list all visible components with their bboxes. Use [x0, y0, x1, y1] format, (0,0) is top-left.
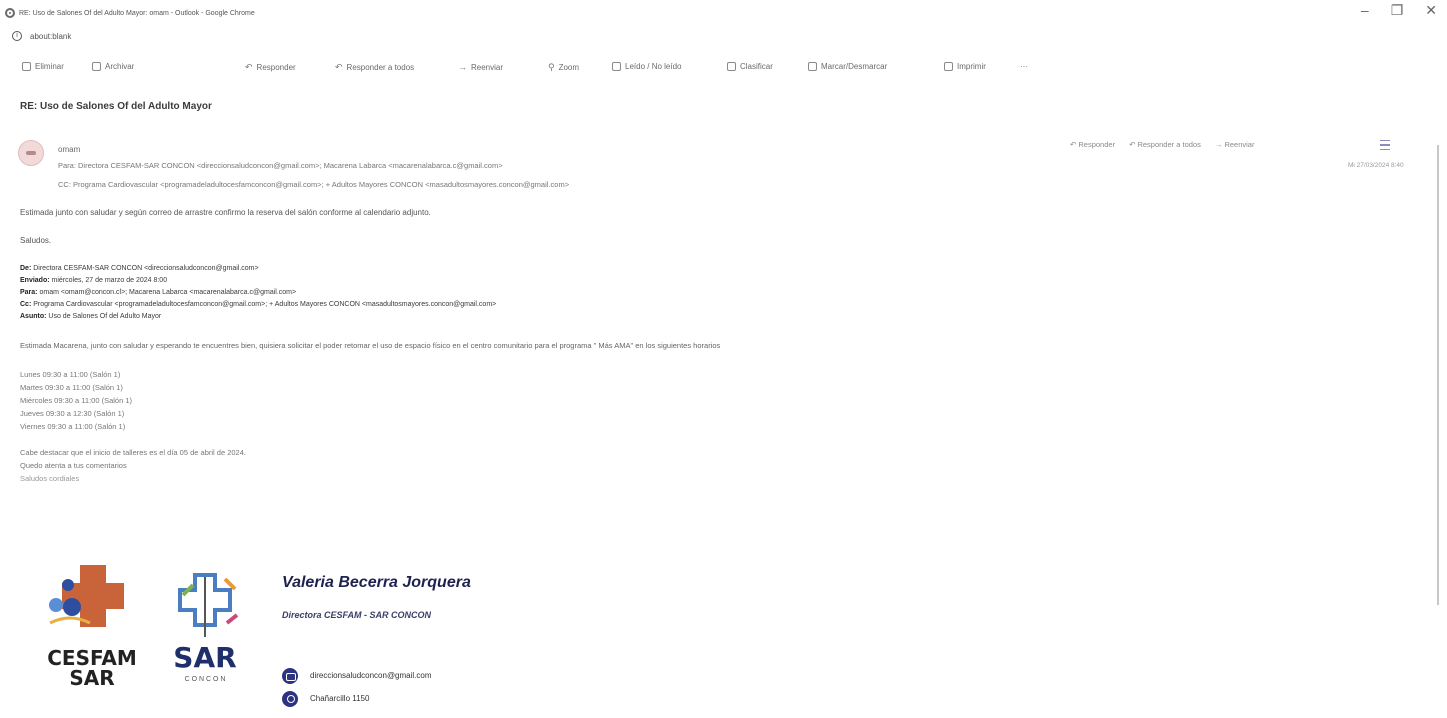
- cesfam-logo-sar-text: SAR: [69, 666, 114, 690]
- flag-icon: [808, 62, 817, 71]
- trash-icon: [22, 62, 31, 71]
- flag-label: Marcar/Desmarcar: [821, 62, 888, 71]
- message-forward-button[interactable]: → Reenviar: [1215, 140, 1255, 149]
- body-line-1: Estimada junto con saludar y según corre…: [20, 208, 431, 217]
- archive-icon: [92, 62, 101, 71]
- envelope-icon: [612, 62, 621, 71]
- quoted-from: De: Directora CESFAM-SAR CONCON <direcci…: [20, 265, 259, 272]
- closing-line: Cabe destacar que el inicio de talleres …: [20, 448, 246, 457]
- schedule-line: Miércoles 09:30 a 11:00 (Salón 1): [20, 396, 133, 405]
- quoted-cc-value: Programa Cardiovascular <programadeladul…: [33, 301, 497, 308]
- quoted-sent-label: Enviado:: [20, 277, 50, 284]
- print-button[interactable]: Imprimir: [944, 62, 986, 71]
- quoted-from-value: Directora CESFAM-SAR CONCON <direccionsa…: [33, 265, 259, 272]
- more-options-label: ···: [1020, 62, 1028, 71]
- address-bar: i about:blank: [0, 26, 1447, 46]
- quoted-cc: Cc: Programa Cardiovascular <programadel…: [20, 301, 496, 308]
- message-reply-button[interactable]: ↶ Responder: [1070, 140, 1115, 149]
- categorize-button[interactable]: Clasificar: [727, 62, 773, 71]
- recipients-to: Para: Directora CESFAM-SAR CONCON <direc…: [58, 161, 503, 170]
- restore-button[interactable]: ❐: [1391, 2, 1404, 19]
- read-unread-label: Leído / No leído: [625, 62, 682, 71]
- zoom-icon: ⚲: [548, 62, 555, 72]
- message-reply-all-label: Responder a todos: [1137, 140, 1201, 149]
- forward-button[interactable]: → Reenviar: [458, 62, 503, 72]
- reply-all-icon: ↶: [335, 62, 343, 72]
- message-date: Mi 27/03/2024 8:40: [1348, 162, 1404, 169]
- signature-name: Valeria Becerra Jorquera: [282, 574, 471, 591]
- message-reply-all-button[interactable]: ↶ Responder a todos: [1129, 140, 1201, 149]
- email-subject: RE: Uso de Salones Of del Adulto Mayor: [20, 101, 212, 112]
- closing-line: Quedo atenta a tus comentarios: [20, 461, 127, 470]
- quoted-sent-value: miércoles, 27 de marzo de 2024 8:00: [51, 277, 168, 284]
- sar-logo-text: SAR: [173, 641, 236, 674]
- zoom-button[interactable]: ⚲ Zoom: [548, 62, 579, 73]
- close-button[interactable]: ✕: [1425, 2, 1437, 19]
- quoted-subject-value: Uso de Salones Of del Adulto Mayor: [48, 313, 162, 320]
- minimize-button[interactable]: –: [1361, 2, 1369, 19]
- schedule-line: Viernes 09:30 a 11:00 (Salón 1): [20, 422, 126, 431]
- archive-button[interactable]: Archivar: [92, 62, 134, 71]
- cesfam-logo: CESFAM SAR: [40, 565, 150, 700]
- info-icon[interactable]: i: [12, 31, 22, 41]
- forward-icon: →: [458, 62, 467, 72]
- reply-icon: ↶: [245, 62, 253, 72]
- recipients-cc: CC: Programa Cardiovascular <programadel…: [58, 180, 570, 189]
- window-titlebar: RE: Uso de Salones Of del Adulto Mayor: …: [0, 0, 1447, 26]
- schedule-line: Lunes 09:30 a 11:00 (Salón 1): [20, 370, 121, 379]
- closing-line: Saludos cordiales: [20, 474, 80, 483]
- read-unread-button[interactable]: Leído / No leído: [612, 62, 681, 71]
- message-toolbar: Eliminar Archivar ↶ Responder ↶ Responde…: [0, 58, 1447, 80]
- signature-address: Chañarcillo 1150: [310, 694, 370, 703]
- chrome-icon: [5, 8, 15, 18]
- avatar[interactable]: [18, 140, 44, 166]
- reply-label: Responder: [256, 63, 296, 72]
- sar-logo-subtext: C O N C O N: [185, 676, 226, 683]
- schedule-line: Jueves 09:30 a 12:30 (Salón 1): [20, 409, 125, 418]
- reply-all-button[interactable]: ↶ Responder a todos: [335, 62, 414, 73]
- reply-button[interactable]: ↶ Responder: [245, 62, 296, 73]
- schedule-line: Martes 09:30 a 11:00 (Salón 1): [20, 383, 123, 392]
- quoted-sent: Enviado: miércoles, 27 de marzo de 2024 …: [20, 277, 167, 284]
- sender-name[interactable]: omam: [58, 145, 80, 154]
- more-options-button[interactable]: ···: [1020, 62, 1028, 71]
- categorize-label: Clasificar: [740, 62, 773, 71]
- printer-icon: [944, 62, 953, 71]
- message-reply-label: Responder: [1078, 140, 1116, 149]
- quoted-intro: Estimada Macarena, junto con saludar y e…: [20, 341, 721, 350]
- menu-icon[interactable]: [1380, 140, 1390, 150]
- window-title: RE: Uso de Salones Of del Adulto Mayor: …: [19, 9, 255, 17]
- cesfam-logo-graphic: CESFAM SAR: [47, 565, 137, 690]
- body-line-2: Saludos.: [20, 236, 52, 245]
- quoted-from-label: De:: [20, 265, 32, 272]
- flag-button[interactable]: Marcar/Desmarcar: [808, 62, 887, 71]
- email-icon: [282, 668, 298, 684]
- sar-logo: SAR C O N C O N: [165, 565, 275, 700]
- reply-all-label: Responder a todos: [346, 63, 415, 72]
- quoted-to-value: omam <omam@concon.cl>; Macarena Labarca …: [39, 289, 297, 296]
- forward-label: Reenviar: [471, 62, 504, 72]
- vertical-scrollbar[interactable]: [1437, 145, 1439, 605]
- quoted-subject-label: Asunto:: [20, 313, 47, 320]
- message-forward-label: Reenviar: [1224, 140, 1255, 149]
- message-actions: ↶ Responder ↶ Responder a todos → Reenvi…: [1070, 140, 1254, 149]
- window-controls: – ❐ ✕: [1361, 2, 1437, 19]
- location-pin-icon: [282, 691, 298, 707]
- delete-button[interactable]: Eliminar: [22, 62, 64, 71]
- quoted-subject: Asunto: Uso de Salones Of del Adulto May…: [20, 313, 161, 320]
- signature-email[interactable]: direccionsaludconcon@gmail.com: [310, 671, 432, 680]
- print-label: Imprimir: [957, 62, 986, 71]
- quoted-to-label: Para:: [20, 289, 38, 296]
- quoted-to: Para: omam <omam@concon.cl>; Macarena La…: [20, 289, 296, 296]
- archive-label: Archivar: [105, 62, 135, 71]
- tag-icon: [727, 62, 736, 71]
- quoted-cc-label: Cc:: [20, 301, 32, 308]
- zoom-label: Zoom: [558, 63, 580, 72]
- delete-label: Eliminar: [35, 62, 64, 71]
- sar-logo-graphic: SAR C O N C O N: [173, 573, 239, 683]
- url-text[interactable]: about:blank: [30, 32, 71, 41]
- signature-title: Directora CESFAM - SAR CONCON: [282, 610, 432, 620]
